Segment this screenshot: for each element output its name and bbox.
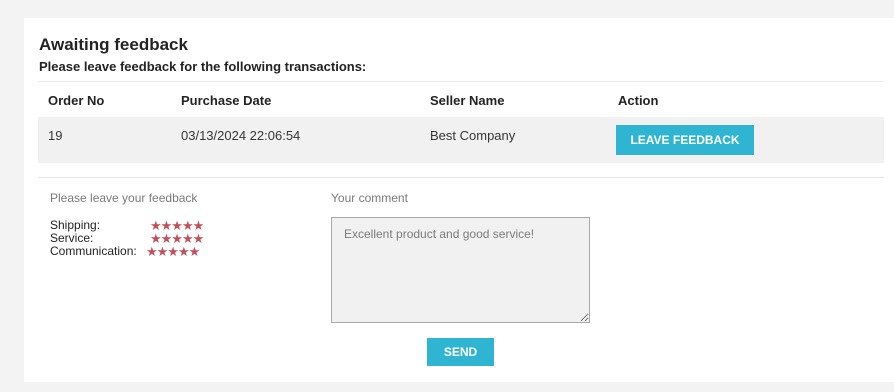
table-row: 19 03/13/2024 22:06:54 Best Company LEAV… <box>38 117 884 163</box>
cell-purchase-date: 03/13/2024 22:06:54 <box>181 128 301 143</box>
cell-order-no: 19 <box>48 128 63 143</box>
header-seller-name: Seller Name <box>430 93 505 108</box>
section-title: Awaiting feedback <box>39 35 188 54</box>
header-action: Action <box>618 93 659 108</box>
rating-communication: Communication: ★★★★★ <box>50 244 230 259</box>
header-order-no: Order No <box>48 93 105 108</box>
rating-communication-label: Communication: <box>50 244 137 258</box>
header-purchase-date: Purchase Date <box>181 93 272 108</box>
divider <box>38 177 884 178</box>
cell-seller-name: Best Company <box>430 128 516 143</box>
ratings-group: Shipping: ★★★★★ Service: ★★★★★ Communica… <box>50 219 230 259</box>
send-button[interactable]: SEND <box>427 338 494 366</box>
comment-textarea[interactable]: Excellent product and good service! <box>331 217 590 323</box>
section-subtitle: Please leave feedback for the following … <box>39 59 367 74</box>
comment-label: Your comment <box>331 191 408 205</box>
transactions-table: Order No Purchase Date Seller Name Actio… <box>38 81 884 163</box>
leave-feedback-button[interactable]: LEAVE FEEDBACK <box>616 125 754 155</box>
feedback-card: Awaiting feedback Please leave feedback … <box>24 18 894 382</box>
table-header: Order No Purchase Date Seller Name Actio… <box>38 81 884 117</box>
star-rating-communication[interactable]: ★★★★★ <box>146 245 200 258</box>
ratings-label: Please leave your feedback <box>50 191 198 205</box>
